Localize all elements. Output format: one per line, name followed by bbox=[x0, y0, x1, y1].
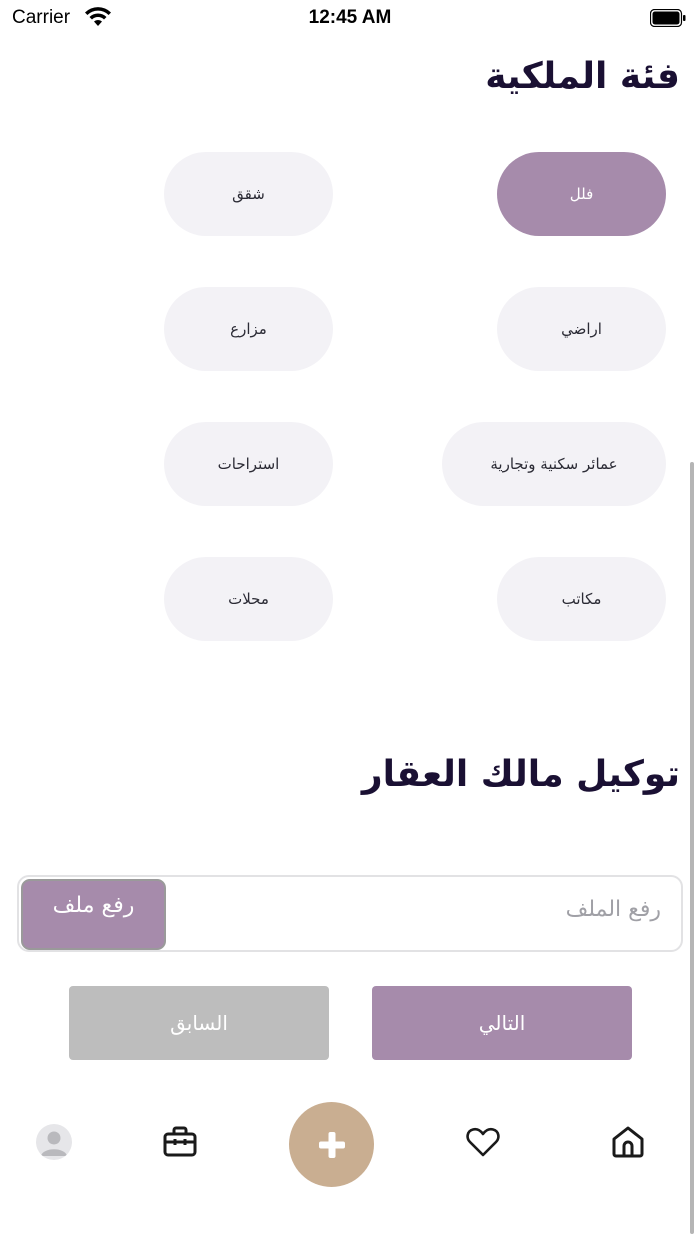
home-icon[interactable] bbox=[610, 1124, 646, 1160]
category-chip-villas[interactable]: فلل bbox=[497, 152, 666, 236]
category-chip-apartments[interactable]: شقق bbox=[164, 152, 333, 236]
heart-icon[interactable] bbox=[465, 1124, 501, 1160]
briefcase-icon[interactable] bbox=[162, 1124, 198, 1160]
status-bar: Carrier 12:45 AM bbox=[0, 0, 700, 36]
battery-icon bbox=[650, 9, 686, 27]
previous-button[interactable]: السابق bbox=[69, 986, 329, 1060]
file-upload-field[interactable]: رفع الملف رفع ملف bbox=[17, 875, 683, 952]
upload-file-button[interactable]: رفع ملف bbox=[21, 879, 166, 950]
tab-bar bbox=[0, 1098, 700, 1198]
status-time: 12:45 AM bbox=[308, 7, 392, 28]
category-chip-rest-houses[interactable]: استراحات bbox=[164, 422, 333, 506]
category-chip-lands[interactable]: اراضي bbox=[497, 287, 666, 371]
category-chip-buildings[interactable]: عمائر سكنية وتجارية bbox=[442, 422, 666, 506]
category-chip-farms[interactable]: مزارع bbox=[164, 287, 333, 371]
category-chip-shops[interactable]: محلات bbox=[164, 557, 333, 641]
next-button[interactable]: التالي bbox=[372, 986, 632, 1060]
profile-avatar-icon[interactable] bbox=[36, 1124, 72, 1160]
owner-authorization-title: توكيل مالك العقار bbox=[361, 754, 680, 795]
add-icon[interactable] bbox=[289, 1102, 374, 1187]
category-chip-offices[interactable]: مكاتب bbox=[497, 557, 666, 641]
file-upload-placeholder: رفع الملف bbox=[565, 897, 661, 922]
property-category-title: فئة الملكية bbox=[485, 56, 680, 97]
